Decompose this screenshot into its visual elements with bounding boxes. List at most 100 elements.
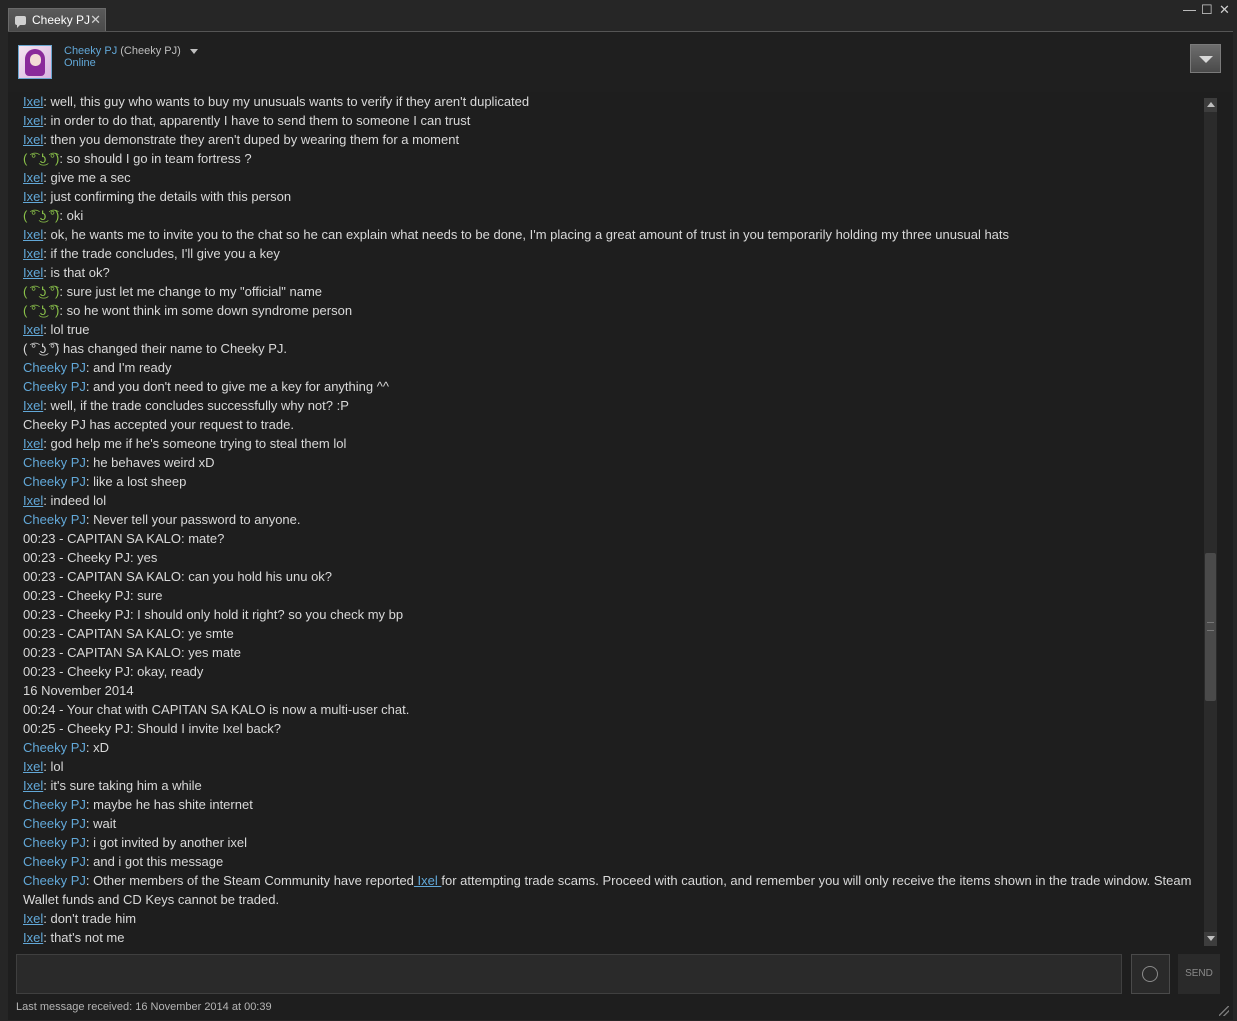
message-sender[interactable]: Ixel (23, 113, 43, 128)
chevron-down-icon[interactable] (189, 48, 198, 54)
chat-bubble-icon (15, 15, 26, 28)
message-input[interactable] (16, 954, 1122, 994)
chat-message: Ixel: well, this guy who wants to buy my… (23, 92, 1203, 111)
chat-scrollbar[interactable] (1204, 98, 1217, 946)
chat-message: ( ͡° ͜ʖ ͡°) has changed their name to Ch… (23, 339, 1203, 358)
message-text: Other members of the Steam Community hav… (93, 873, 414, 888)
chat-panel: Cheeky PJ (Cheeky PJ) Online Ixel: well,… (8, 31, 1233, 1020)
message-text: he behaves weird xD (93, 455, 215, 470)
message-text: 00:23 - Cheeky PJ: okay, ready (23, 664, 204, 679)
message-text: and I'm ready (93, 360, 172, 375)
chat-options-button[interactable] (1190, 44, 1221, 73)
message-sender[interactable]: Ixel (23, 436, 43, 451)
smiley-icon (1142, 966, 1158, 982)
message-text: just confirming the details with this pe… (50, 189, 292, 204)
maximize-icon[interactable]: ☐ (1201, 2, 1213, 18)
message-text: well, this guy who wants to buy my unusu… (50, 94, 530, 109)
chat-message: Ixel: it's sure taking him a while (23, 776, 1203, 795)
message-text: it's sure taking him a while (50, 778, 202, 793)
message-sender[interactable]: Ixel (23, 322, 43, 337)
chat-message: Ixel: if the trade concludes, I'll give … (23, 244, 1203, 263)
chat-message: Cheeky PJ: i got invited by another ixel (23, 833, 1203, 852)
message-text: that's not me (50, 930, 125, 945)
tab-title: Cheeky PJ (32, 13, 91, 27)
chat-message: Cheeky PJ: he behaves weird xD (23, 453, 1203, 472)
chat-message: 00:24 - Your chat with CAPITAN SA KALO i… (23, 700, 1203, 719)
chat-message: ( ͡° ͜ʖ ͡°): so should I go in team fort… (23, 149, 1203, 168)
message-text: if the trade concludes, I'll give you a … (50, 246, 280, 261)
message-text: Cheeky PJ has accepted your request to t… (23, 417, 294, 432)
message-text: 00:23 - CAPITAN SA KALO: can you hold hi… (23, 569, 333, 584)
chat-message: 00:23 - Cheeky PJ: okay, ready (23, 662, 1203, 681)
message-sender[interactable]: Ixel (23, 778, 43, 793)
chat-message: Ixel: give me a sec (23, 168, 1203, 187)
chat-message: 00:23 - CAPITAN SA KALO: can you hold hi… (23, 567, 1203, 586)
chat-message: Ixel: that's not me (23, 928, 1203, 947)
message-text: then you demonstrate they aren't duped b… (50, 132, 460, 147)
chat-message: Ixel: then you demonstrate they aren't d… (23, 130, 1203, 149)
send-button[interactable]: SEND (1178, 954, 1220, 994)
message-text: 00:23 - Cheeky PJ: sure (23, 588, 163, 603)
message-text: god help me if he's someone trying to st… (50, 436, 347, 451)
chat-message: Cheeky PJ: xD (23, 738, 1203, 757)
message-sender[interactable]: Ixel (23, 911, 43, 926)
message-sender: Cheeky PJ (23, 455, 86, 470)
message-sender[interactable]: Ixel (23, 189, 43, 204)
chat-message: 00:23 - Cheeky PJ: sure (23, 586, 1203, 605)
chat-message: Ixel: well, if the trade concludes succe… (23, 396, 1203, 415)
message-text: Never tell your password to anyone. (93, 512, 301, 527)
message-text: lol true (50, 322, 90, 337)
tab-chat[interactable]: Cheeky PJ ✕ (8, 8, 106, 31)
message-sender[interactable]: Ixel (23, 170, 43, 185)
message-text: 00:23 - Cheeky PJ: yes (23, 550, 158, 565)
chat-message: Ixel: lol (23, 757, 1203, 776)
message-sender[interactable]: Ixel (23, 94, 43, 109)
window-close-icon[interactable]: ✕ (1219, 2, 1230, 18)
resize-grip-icon[interactable] (1219, 1006, 1229, 1016)
message-sender: ( ͡° ͜ʖ ͡°) (23, 303, 60, 318)
message-sender[interactable]: Ixel (23, 930, 43, 945)
chat-message: Cheeky PJ has accepted your request to t… (23, 415, 1203, 434)
chat-message: ( ͡° ͜ʖ ͡°): sure just let me change to … (23, 282, 1203, 301)
chat-message: Cheeky PJ: and i got this message (23, 852, 1203, 871)
message-sender[interactable]: Ixel (23, 265, 43, 280)
minimize-icon[interactable]: — (1183, 2, 1196, 17)
message-text: xD (93, 740, 109, 755)
friend-alias: (Cheeky PJ) (120, 45, 181, 57)
message-sender: Cheeky PJ (23, 379, 86, 394)
message-text: ( ͡° ͜ʖ ͡°) has changed their name to Ch… (23, 341, 288, 356)
message-separator: : (59, 208, 67, 223)
message-sender: Cheeky PJ (23, 816, 86, 831)
message-sender[interactable]: Ixel (23, 246, 43, 261)
scroll-up-icon[interactable] (1204, 98, 1217, 112)
message-sender[interactable]: Ixel (23, 759, 43, 774)
message-text: 00:23 - CAPITAN SA KALO: yes mate (23, 645, 241, 660)
message-text: 16 November 2014 (23, 683, 134, 698)
chat-message: ( ͡° ͜ʖ ͡°): oki (23, 206, 1203, 225)
message-text: oki (66, 208, 84, 223)
friend-name-row[interactable]: Cheeky PJ (Cheeky PJ) (64, 45, 198, 57)
message-text: and i got this message (93, 854, 224, 869)
emoticon-button[interactable] (1131, 954, 1170, 994)
message-separator: : (59, 151, 67, 166)
tab-close-icon[interactable]: ✕ (90, 12, 101, 28)
chat-log: Ixel: well, this guy who wants to buy my… (16, 92, 1203, 946)
message-sender[interactable]: Ixel (23, 493, 43, 508)
friend-name[interactable]: Cheeky PJ (64, 45, 117, 57)
avatar[interactable] (18, 45, 52, 79)
user-mention-link[interactable]: Ixel (414, 873, 441, 888)
message-text: so should I go in team fortress ? (66, 151, 252, 166)
message-sender: ( ͡° ͜ʖ ͡°) (23, 151, 60, 166)
message-sender[interactable]: Ixel (23, 398, 43, 413)
scrollbar-thumb[interactable] (1205, 553, 1216, 701)
message-text: ok, he wants me to invite you to the cha… (50, 227, 1010, 242)
message-list: Ixel: well, this guy who wants to buy my… (23, 92, 1203, 947)
message-sender[interactable]: Ixel (23, 132, 43, 147)
message-sender: Cheeky PJ (23, 740, 86, 755)
message-sender: Cheeky PJ (23, 797, 86, 812)
message-text: well, if the trade concludes successfull… (50, 398, 349, 413)
friend-status: Online (64, 57, 96, 69)
chat-message: 00:23 - Cheeky PJ: yes (23, 548, 1203, 567)
scroll-down-icon[interactable] (1204, 932, 1217, 946)
message-sender[interactable]: Ixel (23, 227, 43, 242)
